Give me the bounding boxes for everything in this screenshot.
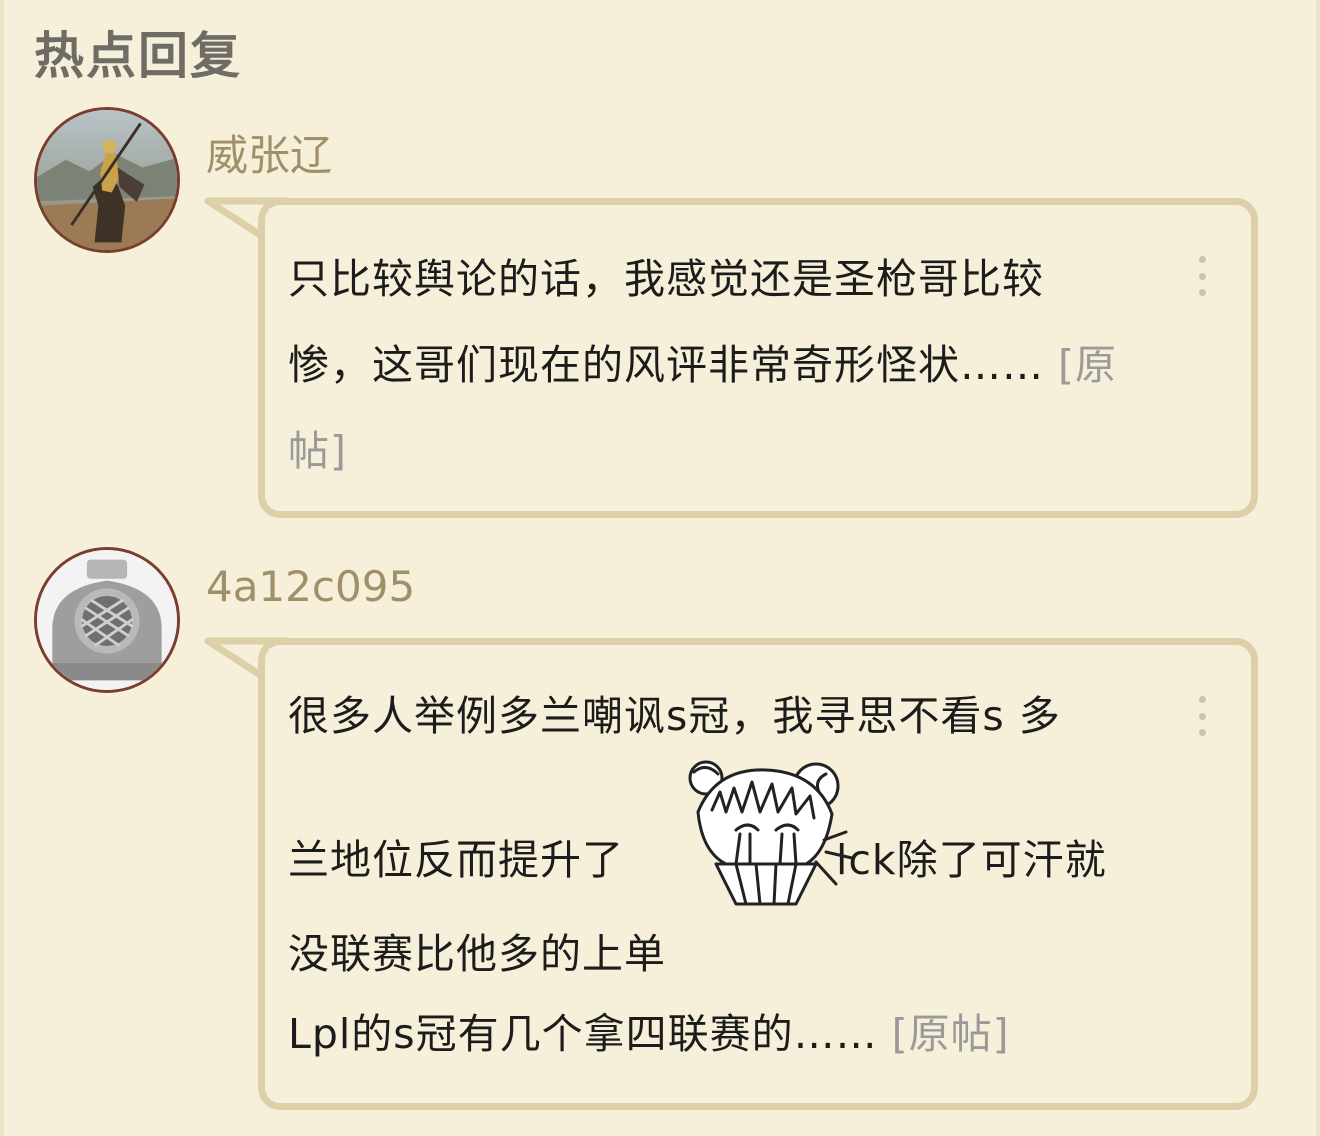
original-post-link[interactable]: [原帖]	[892, 1010, 1010, 1058]
bubble-tail-cover-2	[268, 648, 298, 678]
comment-text-1: 只比较舆论的话，我感觉还是圣枪哥比较 惨，这哥们现在的风评非常奇形怪状…… [原…	[288, 236, 1198, 494]
warrior-on-horse-avatar	[37, 110, 177, 250]
left-frame-border	[0, 0, 4, 1136]
comment-line: 惨，这哥们现在的风评非常奇形怪状…… [原	[288, 341, 1118, 389]
comment-line: 很多人举例多兰嘲讽s冠，我寻思不看s 多	[288, 692, 1061, 740]
user-avatar-2[interactable]	[34, 547, 180, 693]
username-1[interactable]: 威张辽	[206, 122, 332, 183]
original-post-link[interactable]: [原	[1058, 341, 1117, 389]
comment-line: 没联赛比他多的上单	[288, 930, 666, 978]
diving-helmet-avatar	[37, 550, 177, 690]
username-2[interactable]: 4a12c095	[206, 562, 415, 611]
original-post-link-cont[interactable]: 帖]	[288, 427, 347, 475]
anime-girl-crying-fan-sticker	[688, 760, 854, 906]
right-frame-border	[1316, 0, 1320, 1136]
comment-text-2a: 很多人举例多兰嘲讽s冠，我寻思不看s 多	[288, 676, 1198, 756]
section-title: 热点回复	[34, 27, 242, 85]
comment-line: 只比较舆论的话，我感觉还是圣枪哥比较	[288, 255, 1044, 303]
comment-line: 帖]	[288, 408, 1198, 494]
vertical-ellipsis-icon	[1198, 256, 1206, 263]
user-avatar-1[interactable]	[34, 107, 180, 253]
bubble-tail-cover-1	[268, 208, 298, 238]
vertical-ellipsis-icon	[1198, 696, 1206, 703]
comment-text-2c: 没联赛比他多的上单 Lpl的s冠有几个拿四联赛的…… [原帖]	[288, 914, 1198, 1074]
comment-line: Lpl的s冠有几个拿四联赛的…… [原帖]	[288, 1010, 1010, 1058]
